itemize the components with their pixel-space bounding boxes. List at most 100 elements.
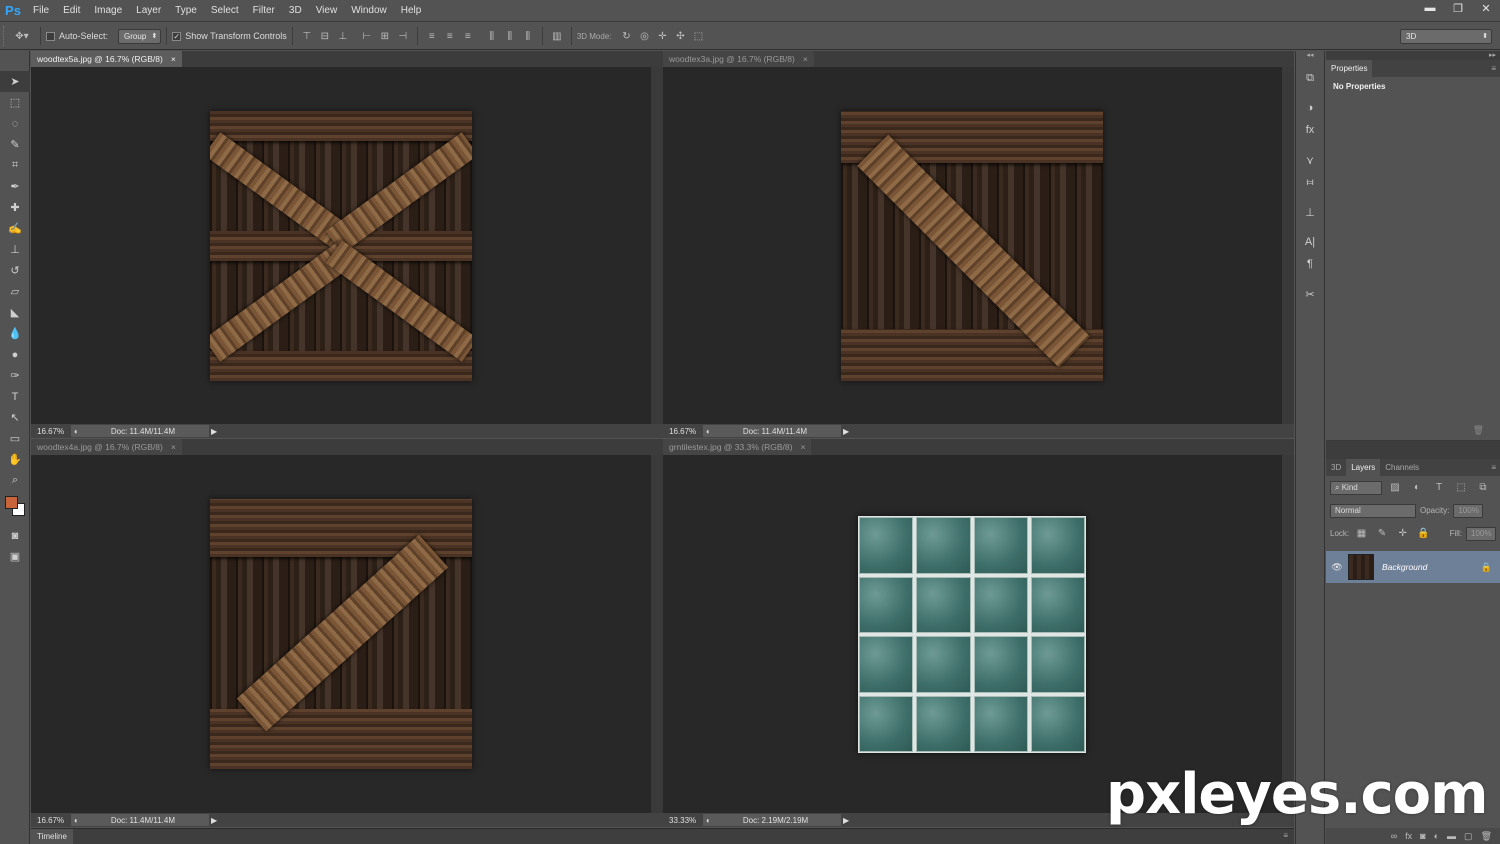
- move-tool-icon[interactable]: ➤: [0, 71, 30, 92]
- paragraph-panel-icon[interactable]: ¶: [1296, 253, 1324, 275]
- color-panel-icon[interactable]: ◑: [1296, 97, 1324, 119]
- status-menu-arrow-icon[interactable]: ▶: [843, 427, 851, 436]
- align-bottom-icon[interactable]: ⊥: [336, 29, 350, 43]
- panel-menu-icon[interactable]: ≡: [1491, 64, 1496, 73]
- move-tool-preset-icon[interactable]: ✥▾: [11, 29, 33, 43]
- options-grip[interactable]: [3, 26, 9, 46]
- document-tab-2[interactable]: woodtex3a.jpg @ 16.7% (RGB/8) ×: [663, 51, 814, 67]
- history-panel-icon[interactable]: ⧉: [1296, 67, 1324, 89]
- lock-transparent-icon[interactable]: ▦: [1355, 527, 1368, 541]
- doc-info-box[interactable]: ◐ Doc: 11.4M/11.4M: [71, 814, 209, 826]
- document-tab-3[interactable]: woodtex4a.jpg @ 16.7% (RGB/8) ×: [31, 439, 182, 455]
- tab-channels[interactable]: Channels: [1380, 459, 1424, 476]
- menu-layer[interactable]: Layer: [129, 0, 168, 22]
- 3d-slide-icon[interactable]: ✣: [674, 29, 688, 43]
- opacity-input[interactable]: 100%: [1453, 503, 1484, 518]
- tab-3d[interactable]: 3D: [1326, 459, 1346, 476]
- type-tool-icon[interactable]: T: [0, 386, 30, 407]
- timeline-tab[interactable]: Timeline: [31, 829, 73, 844]
- zoom-tool-icon[interactable]: ⌕: [0, 470, 30, 491]
- close-button[interactable]: ✕: [1472, 0, 1500, 16]
- character-panel-icon[interactable]: A|: [1296, 231, 1324, 253]
- menu-view[interactable]: View: [309, 0, 345, 22]
- canvas-area[interactable]: [663, 67, 1282, 424]
- layer-row-background[interactable]: 👁 Background 🔒: [1326, 551, 1500, 583]
- menu-type[interactable]: Type: [168, 0, 204, 22]
- blend-mode-dropdown[interactable]: Normal: [1330, 503, 1416, 518]
- vertical-scrollbar[interactable]: [1282, 455, 1294, 813]
- quick-select-tool-icon[interactable]: ✎: [0, 134, 30, 155]
- screen-mode-icon[interactable]: ▣: [0, 546, 30, 567]
- 3d-scale-icon[interactable]: ⬚: [692, 29, 706, 43]
- distribute-hcenter-icon[interactable]: ⫼: [503, 29, 517, 43]
- clone-source-panel-icon[interactable]: ⊥: [1296, 201, 1324, 223]
- vertical-scrollbar[interactable]: [651, 67, 663, 424]
- menu-file[interactable]: File: [26, 0, 56, 22]
- 3d-pan-icon[interactable]: ✛: [656, 29, 670, 43]
- document-tab-1[interactable]: woodtex5a.jpg @ 16.7% (RGB/8) ×: [31, 51, 182, 67]
- menu-help[interactable]: Help: [394, 0, 429, 22]
- layer-name[interactable]: Background: [1382, 562, 1481, 572]
- zoom-level[interactable]: 33.33%: [663, 816, 703, 825]
- panel-menu-icon[interactable]: ≡: [1283, 831, 1288, 840]
- menu-select[interactable]: Select: [204, 0, 246, 22]
- adjustments-panel-icon[interactable]: ⧦: [1296, 171, 1324, 193]
- distribute-bottom-icon[interactable]: ≡: [461, 29, 475, 43]
- blur-tool-icon[interactable]: 💧: [0, 323, 30, 344]
- lock-all-icon[interactable]: 🔒: [1417, 527, 1430, 541]
- healing-brush-tool-icon[interactable]: ✚: [0, 197, 30, 218]
- marquee-tool-icon[interactable]: ⬚: [0, 92, 30, 113]
- auto-select-checkbox[interactable]: Auto-Select:: [46, 31, 108, 41]
- styles-panel-icon[interactable]: fx: [1296, 119, 1324, 141]
- brush-panel-icon[interactable]: ⋎: [1296, 149, 1324, 171]
- doc-info-box[interactable]: ◐ Doc: 11.4M/11.4M: [703, 425, 841, 437]
- rectangle-tool-icon[interactable]: ▭: [0, 428, 30, 449]
- pen-tool-icon[interactable]: ✑: [0, 365, 30, 386]
- align-vcenter-icon[interactable]: ⊟: [318, 29, 332, 43]
- crop-tool-icon[interactable]: ⌗: [0, 155, 30, 176]
- brush-tool-icon[interactable]: ✍: [0, 218, 30, 239]
- zoom-level[interactable]: 16.67%: [31, 816, 71, 825]
- shape-filter-icon[interactable]: ⬚: [1454, 481, 1468, 495]
- link-layers-icon[interactable]: ∞: [1391, 831, 1397, 841]
- restore-button[interactable]: ❐: [1444, 0, 1472, 16]
- vertical-scrollbar[interactable]: [1282, 67, 1294, 424]
- lock-position-icon[interactable]: ✛: [1396, 527, 1409, 541]
- panel-menu-icon[interactable]: ≡: [1491, 463, 1496, 472]
- close-tab-icon[interactable]: ×: [171, 51, 176, 67]
- document-tab-4[interactable]: grntilestex.jpg @ 33.3% (RGB/8) ×: [663, 439, 812, 455]
- show-transform-checkbox[interactable]: ✓ Show Transform Controls: [172, 31, 287, 41]
- distribute-left-icon[interactable]: ⫼: [485, 29, 499, 43]
- status-menu-arrow-icon[interactable]: ▶: [843, 816, 851, 825]
- distribute-vcenter-icon[interactable]: ≡: [443, 29, 457, 43]
- history-brush-tool-icon[interactable]: ↺: [0, 260, 30, 281]
- foreground-color-swatch[interactable]: [5, 496, 18, 509]
- doc-info-box[interactable]: ◐ Doc: 2.19M/2.19M: [703, 814, 841, 826]
- type-filter-icon[interactable]: T: [1432, 481, 1446, 495]
- align-top-icon[interactable]: ⊤: [300, 29, 314, 43]
- collapse-arrows-icon[interactable]: ◂◂: [1296, 51, 1324, 67]
- eyedropper-tool-icon[interactable]: ✒: [0, 176, 30, 197]
- show-transform-check-icon[interactable]: ✓: [172, 31, 182, 41]
- new-layer-icon[interactable]: ▢: [1464, 831, 1473, 842]
- adjustment-layer-icon[interactable]: ◐: [1434, 831, 1439, 841]
- expand-arrows-icon[interactable]: ▸▸: [1326, 51, 1500, 60]
- fx-icon[interactable]: fx: [1405, 831, 1412, 841]
- menu-filter[interactable]: Filter: [246, 0, 282, 22]
- delete-layer-icon[interactable]: 🗑: [1481, 831, 1492, 842]
- 3d-rotate-icon[interactable]: ↻: [620, 29, 634, 43]
- tool-presets-panel-icon[interactable]: ✂: [1296, 283, 1324, 305]
- menu-3d[interactable]: 3D: [282, 0, 309, 22]
- distribute-top-icon[interactable]: ≡: [425, 29, 439, 43]
- auto-align-icon[interactable]: ▥: [550, 29, 564, 43]
- adjustment-filter-icon[interactable]: ◐: [1410, 481, 1424, 495]
- dodge-tool-icon[interactable]: ●: [0, 344, 30, 365]
- tab-properties[interactable]: Properties: [1326, 60, 1373, 77]
- minimize-button[interactable]: ▬: [1416, 0, 1444, 16]
- quick-mask-icon[interactable]: ◙: [0, 525, 30, 546]
- align-right-icon[interactable]: ⊣: [396, 29, 410, 43]
- eraser-tool-icon[interactable]: ▱: [0, 281, 30, 302]
- doc-info-box[interactable]: ◐ Doc: 11.4M/11.4M: [71, 425, 209, 437]
- canvas-area[interactable]: [663, 455, 1282, 813]
- kind-filter-dropdown[interactable]: ⌕ Kind: [1330, 480, 1382, 495]
